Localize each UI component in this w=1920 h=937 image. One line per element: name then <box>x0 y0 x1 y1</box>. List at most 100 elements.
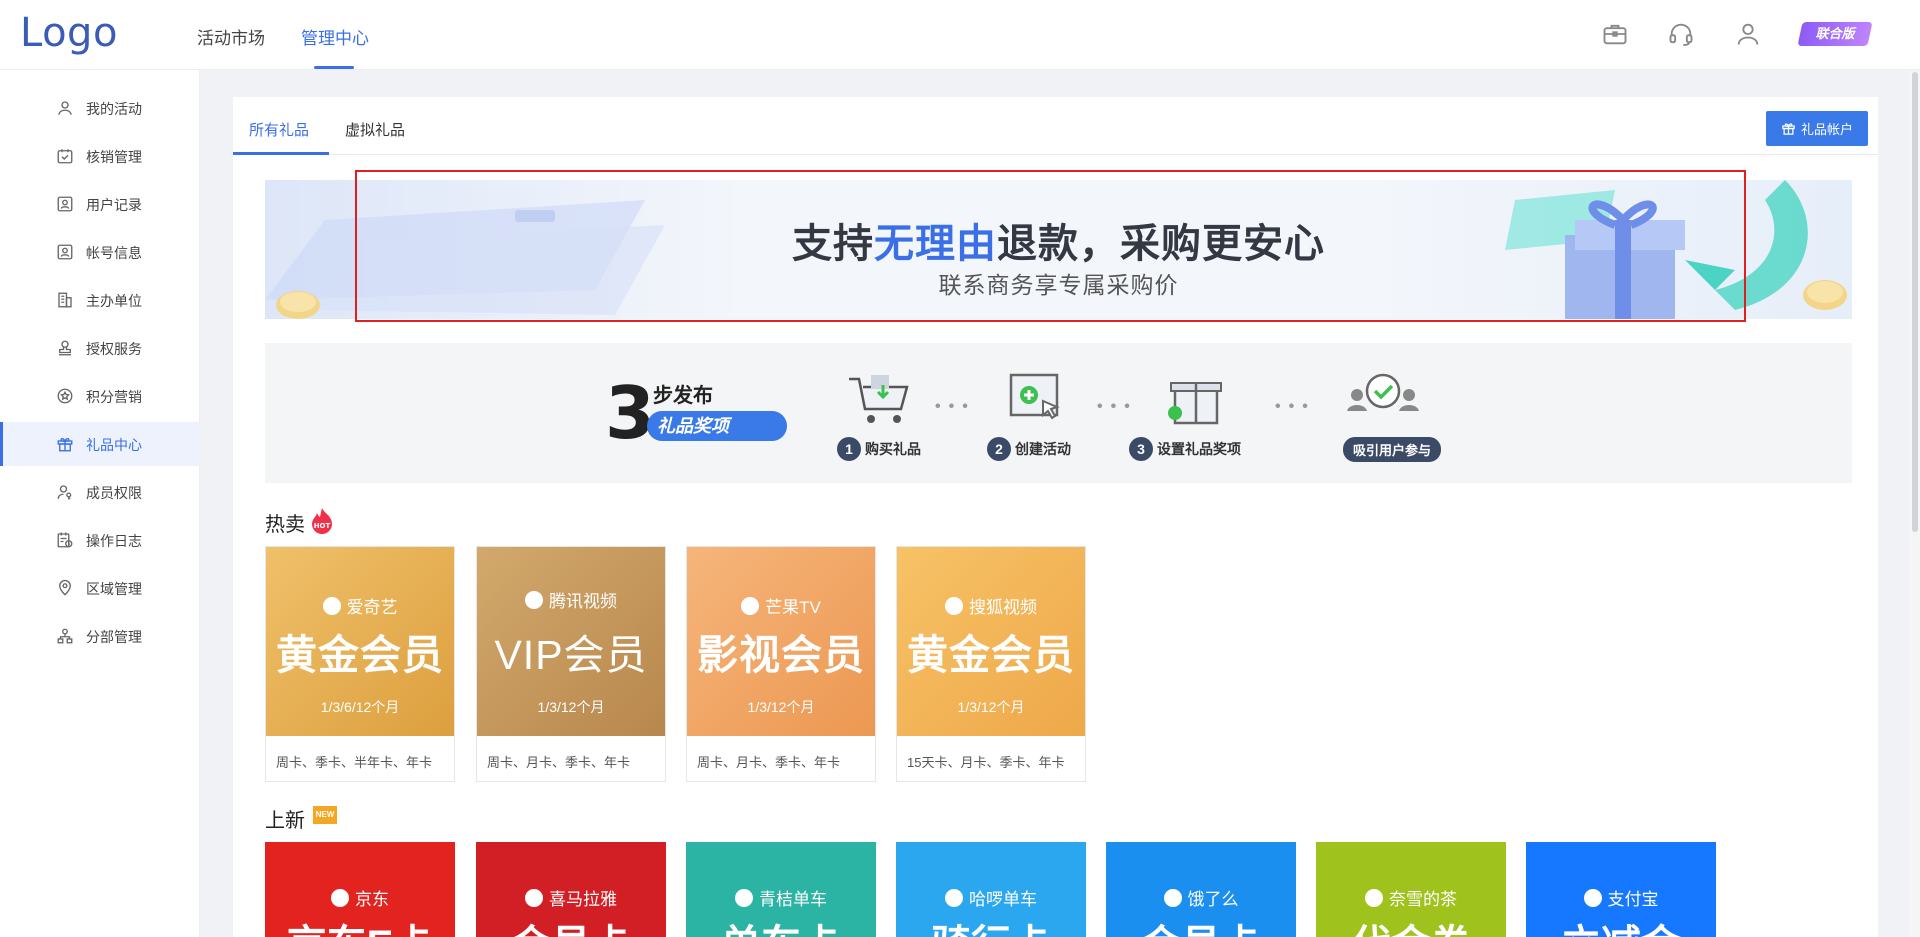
gift-card-period: 1/3/12个月 <box>747 699 815 715</box>
gift-icon <box>57 437 73 452</box>
sidebar-item-gift-center[interactable]: 礼品中心 <box>0 422 200 466</box>
mango-tv-logo-icon <box>741 596 760 615</box>
sidebar-item-label: 用户记录 <box>86 197 142 213</box>
user-icon[interactable] <box>1734 20 1762 48</box>
sidebar-item-label: 积分营销 <box>86 389 142 405</box>
gift-card-eleme[interactable]: 饿了么 会员卡 <box>1106 842 1296 937</box>
gift-card-tencent-video[interactable]: 腾讯视频 VIP会员 1/3/12个月 周卡、月卡、季卡、年卡 <box>476 546 666 782</box>
gift-card-period: 1/3/12个月 <box>957 699 1025 715</box>
account-card-icon <box>57 244 73 260</box>
version-badge[interactable]: 联合版 <box>1797 22 1873 46</box>
banner-title-pre: 支持 <box>792 222 874 266</box>
gift-card-alipay[interactable]: 支付宝 立减金 <box>1526 842 1716 937</box>
top-header: Logo 活动市场 管理中心 联合版 <box>0 0 1920 70</box>
gift-card-title: 单车卡 <box>686 912 876 937</box>
step-dots: ••• <box>935 398 976 415</box>
step-label: 购买礼品 <box>865 441 921 457</box>
ximalaya-logo-icon <box>525 888 543 907</box>
tab-active-indicator <box>233 152 329 155</box>
sidebar-item-operation-log[interactable]: 操作日志 <box>0 518 200 562</box>
gift-card-brand: 搜狐视频 <box>897 593 1085 618</box>
gift-card-brand: 哈啰单车 <box>896 885 1086 910</box>
logo[interactable]: Logo <box>20 10 118 56</box>
sidebar-item-my-activities[interactable]: 我的活动 <box>0 86 200 130</box>
gift-card-mango-tv[interactable]: 芒果TV 影视会员 1/3/12个月 周卡、月卡、季卡、年卡 <box>686 546 876 782</box>
gift-card-title: 立减金 <box>1526 912 1716 937</box>
brand-name: 喜马拉雅 <box>549 890 617 909</box>
sidebar-item-label: 区域管理 <box>86 581 142 597</box>
new-section-title: 上新 <box>265 810 305 832</box>
sidebar-item-label: 我的活动 <box>86 101 142 117</box>
create-activity-icon <box>1009 373 1060 420</box>
hot-section-title: 热卖 <box>265 514 305 536</box>
sidebar-item-user-records[interactable]: 用户记录 <box>0 182 200 226</box>
brand-name: 爱奇艺 <box>346 598 398 617</box>
sidebar-item-verification[interactable]: 核销管理 <box>0 134 200 178</box>
sidebar-item-label: 核销管理 <box>86 149 142 165</box>
brand-name: 哈啰单车 <box>969 890 1037 909</box>
tencent-video-logo-icon <box>525 590 543 609</box>
nav-activity-market[interactable]: 活动市场 <box>197 24 265 49</box>
sidebar-item-member-permissions[interactable]: 成员权限 <box>0 470 200 514</box>
sidebar-item-branch-management[interactable]: 分部管理 <box>0 614 200 658</box>
gift-card-title: 骑行卡 <box>896 912 1086 937</box>
brand-name: 奈雪的茶 <box>1389 890 1457 909</box>
gift-card-brand: 喜马拉雅 <box>476 885 666 910</box>
nav-active-indicator <box>314 66 354 69</box>
gift-card-brand: 青桔单车 <box>686 885 876 910</box>
tab-virtual-gifts[interactable]: 虚拟礼品 <box>345 119 405 140</box>
page-scrollbar[interactable] <box>1910 70 1920 937</box>
gift-card-qingju[interactable]: 青桔单车 单车卡 <box>686 842 876 937</box>
sidebar-item-label: 分部管理 <box>86 629 142 645</box>
gift-account-label: 礼品帐户 <box>1800 122 1853 137</box>
version-label: 联合版 <box>1815 26 1855 41</box>
gift-card-title: 会员卡 <box>1106 912 1296 937</box>
sidebar-item-organizer[interactable]: 主办单位 <box>0 278 200 322</box>
hot-flame-icon: HOT <box>312 508 332 534</box>
eleme-logo-icon <box>1163 888 1182 907</box>
gift-card-jd[interactable]: 京东 京东E卡 <box>265 842 455 937</box>
steps-big-number: 3 <box>605 371 656 455</box>
shopping-cart-icon <box>849 375 909 423</box>
scrollbar-thumb[interactable] <box>1912 72 1918 532</box>
sidebar-item-label: 礼品中心 <box>86 437 142 453</box>
gift-card-sohu-video[interactable]: 搜狐视频 黄金会员 1/3/12个月 15天卡、月卡、季卡、年卡 <box>896 546 1086 782</box>
gift-tabs: 所有礼品 虚拟礼品 礼品帐户 <box>233 97 1878 155</box>
briefcase-icon[interactable] <box>1601 20 1629 48</box>
refund-banner[interactable]: 支持无理由退款，采购更安心 联系商务享专属采购价 <box>265 180 1852 319</box>
sidebar: 我的活动 核销管理 用户记录 帐号信息 主办单位 授权服务 积分营销 礼品中心 … <box>0 70 200 937</box>
location-icon <box>59 579 71 596</box>
gift-card-desc: 周卡、月卡、季卡、年卡 <box>487 755 631 770</box>
stamp-icon <box>59 340 71 356</box>
headset-icon[interactable] <box>1667 20 1695 48</box>
nav-management-center[interactable]: 管理中心 <box>301 24 369 49</box>
gift-card-title: VIP会员 <box>494 632 648 678</box>
gift-account-button[interactable]: 礼品帐户 <box>1766 111 1868 146</box>
qingju-logo-icon <box>735 888 753 907</box>
tab-all-gifts[interactable]: 所有礼品 <box>249 119 309 140</box>
gift-card-ximalaya[interactable]: 喜马拉雅 会员卡 <box>476 842 666 937</box>
building-icon <box>58 292 72 308</box>
gift-card-naixue[interactable]: 奈雪的茶 代金券 <box>1316 842 1506 937</box>
org-chart-icon <box>57 628 73 644</box>
gift-card-desc: 周卡、季卡、半年卡、年卡 <box>276 755 433 770</box>
banner-title-highlight: 无理由 <box>874 222 997 266</box>
user-icon <box>58 101 72 115</box>
sidebar-item-label: 操作日志 <box>86 533 142 549</box>
gift-card-hellobike[interactable]: 哈啰单车 骑行卡 <box>896 842 1086 937</box>
brand-name: 青桔单车 <box>759 890 827 909</box>
gift-card-desc: 周卡、月卡、季卡、年卡 <box>697 755 841 770</box>
sidebar-item-points-marketing[interactable]: 积分营销 <box>0 374 200 418</box>
calendar-check-icon <box>57 149 73 164</box>
iqiyi-logo-icon <box>322 596 341 615</box>
sidebar-item-label: 成员权限 <box>86 485 142 501</box>
gift-card-period: 1/3/6/12个月 <box>320 699 400 715</box>
gift-card-iqiyi[interactable]: 爱奇艺 黄金会员 1/3/6/12个月 周卡、季卡、半年卡、年卡 <box>265 546 455 782</box>
hellobike-logo-icon <box>945 888 963 907</box>
steps-pill: 礼品奖项 <box>647 411 787 441</box>
gift-card-title: 会员卡 <box>476 912 666 937</box>
sidebar-item-region-management[interactable]: 区域管理 <box>0 566 200 610</box>
brand-name: 腾讯视频 <box>549 592 617 611</box>
sidebar-item-account-info[interactable]: 帐号信息 <box>0 230 200 274</box>
sidebar-item-authorization[interactable]: 授权服务 <box>0 326 200 370</box>
